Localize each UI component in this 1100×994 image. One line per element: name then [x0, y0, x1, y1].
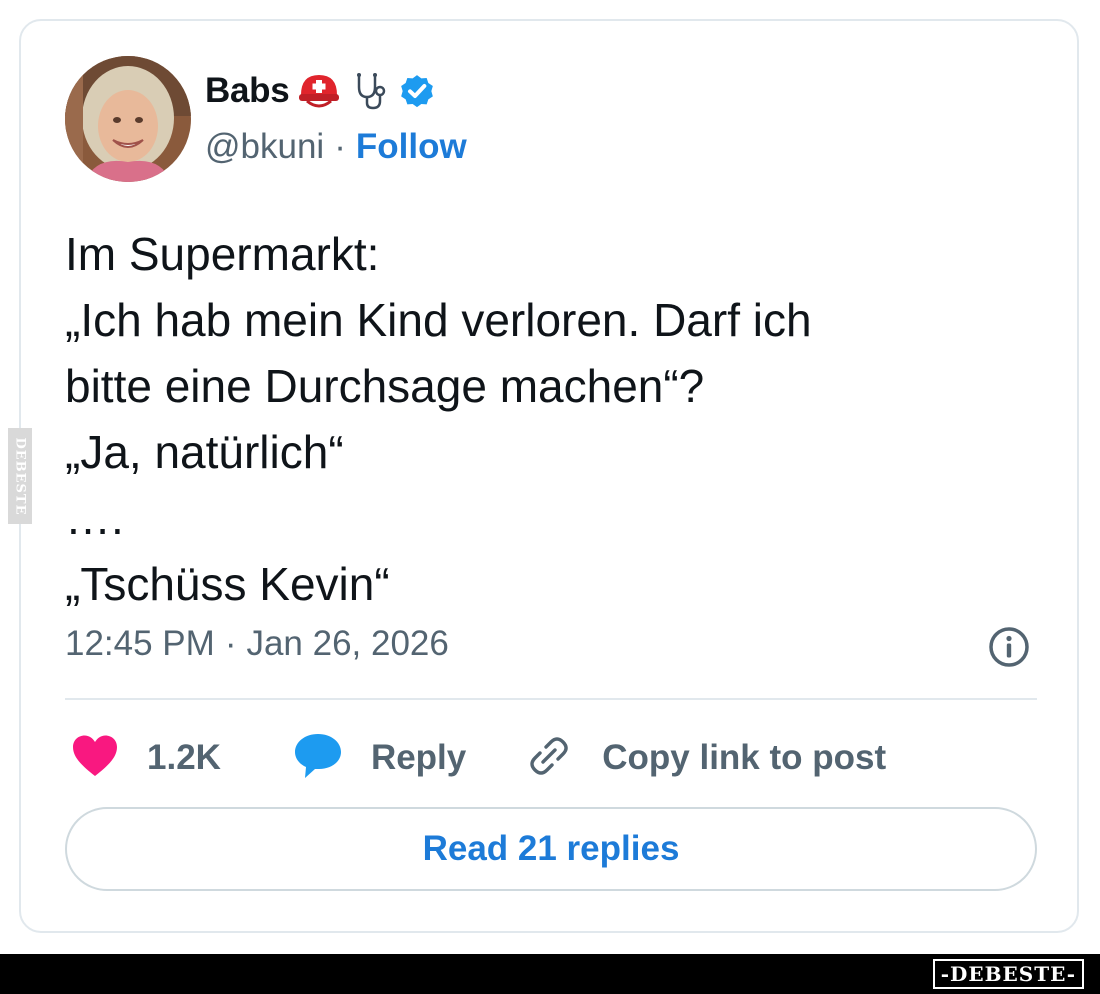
like-button[interactable]: 1.2K [71, 734, 221, 783]
tweet-line: „Ich hab mein Kind verloren. Darf ich [65, 294, 812, 346]
read-replies-button[interactable]: Read 21 replies [65, 807, 1037, 891]
action-bar: 1.2K Reply Copy link to post [71, 727, 886, 789]
tweet-timestamp[interactable]: 12:45 PM · Jan 26, 2026 [65, 619, 449, 669]
verified-badge-icon [397, 71, 437, 111]
tweet-card: Babs @bkuni · Follow Im Supermarkt: „Ich… [19, 19, 1079, 933]
heart-icon [71, 734, 119, 783]
stethoscope-icon [349, 71, 389, 111]
follow-button[interactable]: Follow [356, 127, 467, 167]
reply-bubble-icon [293, 732, 343, 785]
copy-link-label: Copy link to post [602, 738, 887, 777]
link-icon [526, 733, 572, 784]
author-handle[interactable]: @bkuni [205, 127, 324, 167]
footer-bar: -DEBESTE- [0, 954, 1100, 994]
side-watermark-text: DEBESTE [12, 436, 28, 516]
separator-dot: · [224, 624, 237, 663]
swiss-helmet-icon [297, 71, 341, 111]
tweet-date: Jan 26, 2026 [246, 624, 449, 663]
copy-link-button[interactable]: Copy link to post [526, 733, 886, 784]
tweet-line: bitte eine Durchsage machen“? [65, 360, 705, 412]
author-name-row: Babs [205, 69, 437, 113]
tweet-line: „Ja, natürlich“ [65, 426, 344, 478]
separator-dot: · [334, 127, 346, 166]
tweet-line: …. [65, 492, 124, 544]
tweet-line: „Tschüss Kevin“ [65, 558, 390, 610]
tweet-time: 12:45 PM [65, 624, 215, 663]
divider [65, 698, 1037, 700]
side-watermark: DEBESTE [8, 428, 32, 524]
reply-label: Reply [370, 738, 467, 777]
debeste-logo[interactable]: -DEBESTE- [932, 959, 1084, 989]
info-icon[interactable] [987, 625, 1031, 669]
like-count: 1.2K [147, 738, 221, 777]
author-handle-row: @bkuni · Follow [205, 125, 467, 169]
tweet-text: Im Supermarkt: „Ich hab mein Kind verlor… [65, 221, 1025, 617]
avatar[interactable] [65, 56, 191, 182]
reply-button[interactable]: Reply [293, 732, 466, 785]
author-name[interactable]: Babs [205, 71, 290, 111]
tweet-line: Im Supermarkt: [65, 228, 380, 280]
